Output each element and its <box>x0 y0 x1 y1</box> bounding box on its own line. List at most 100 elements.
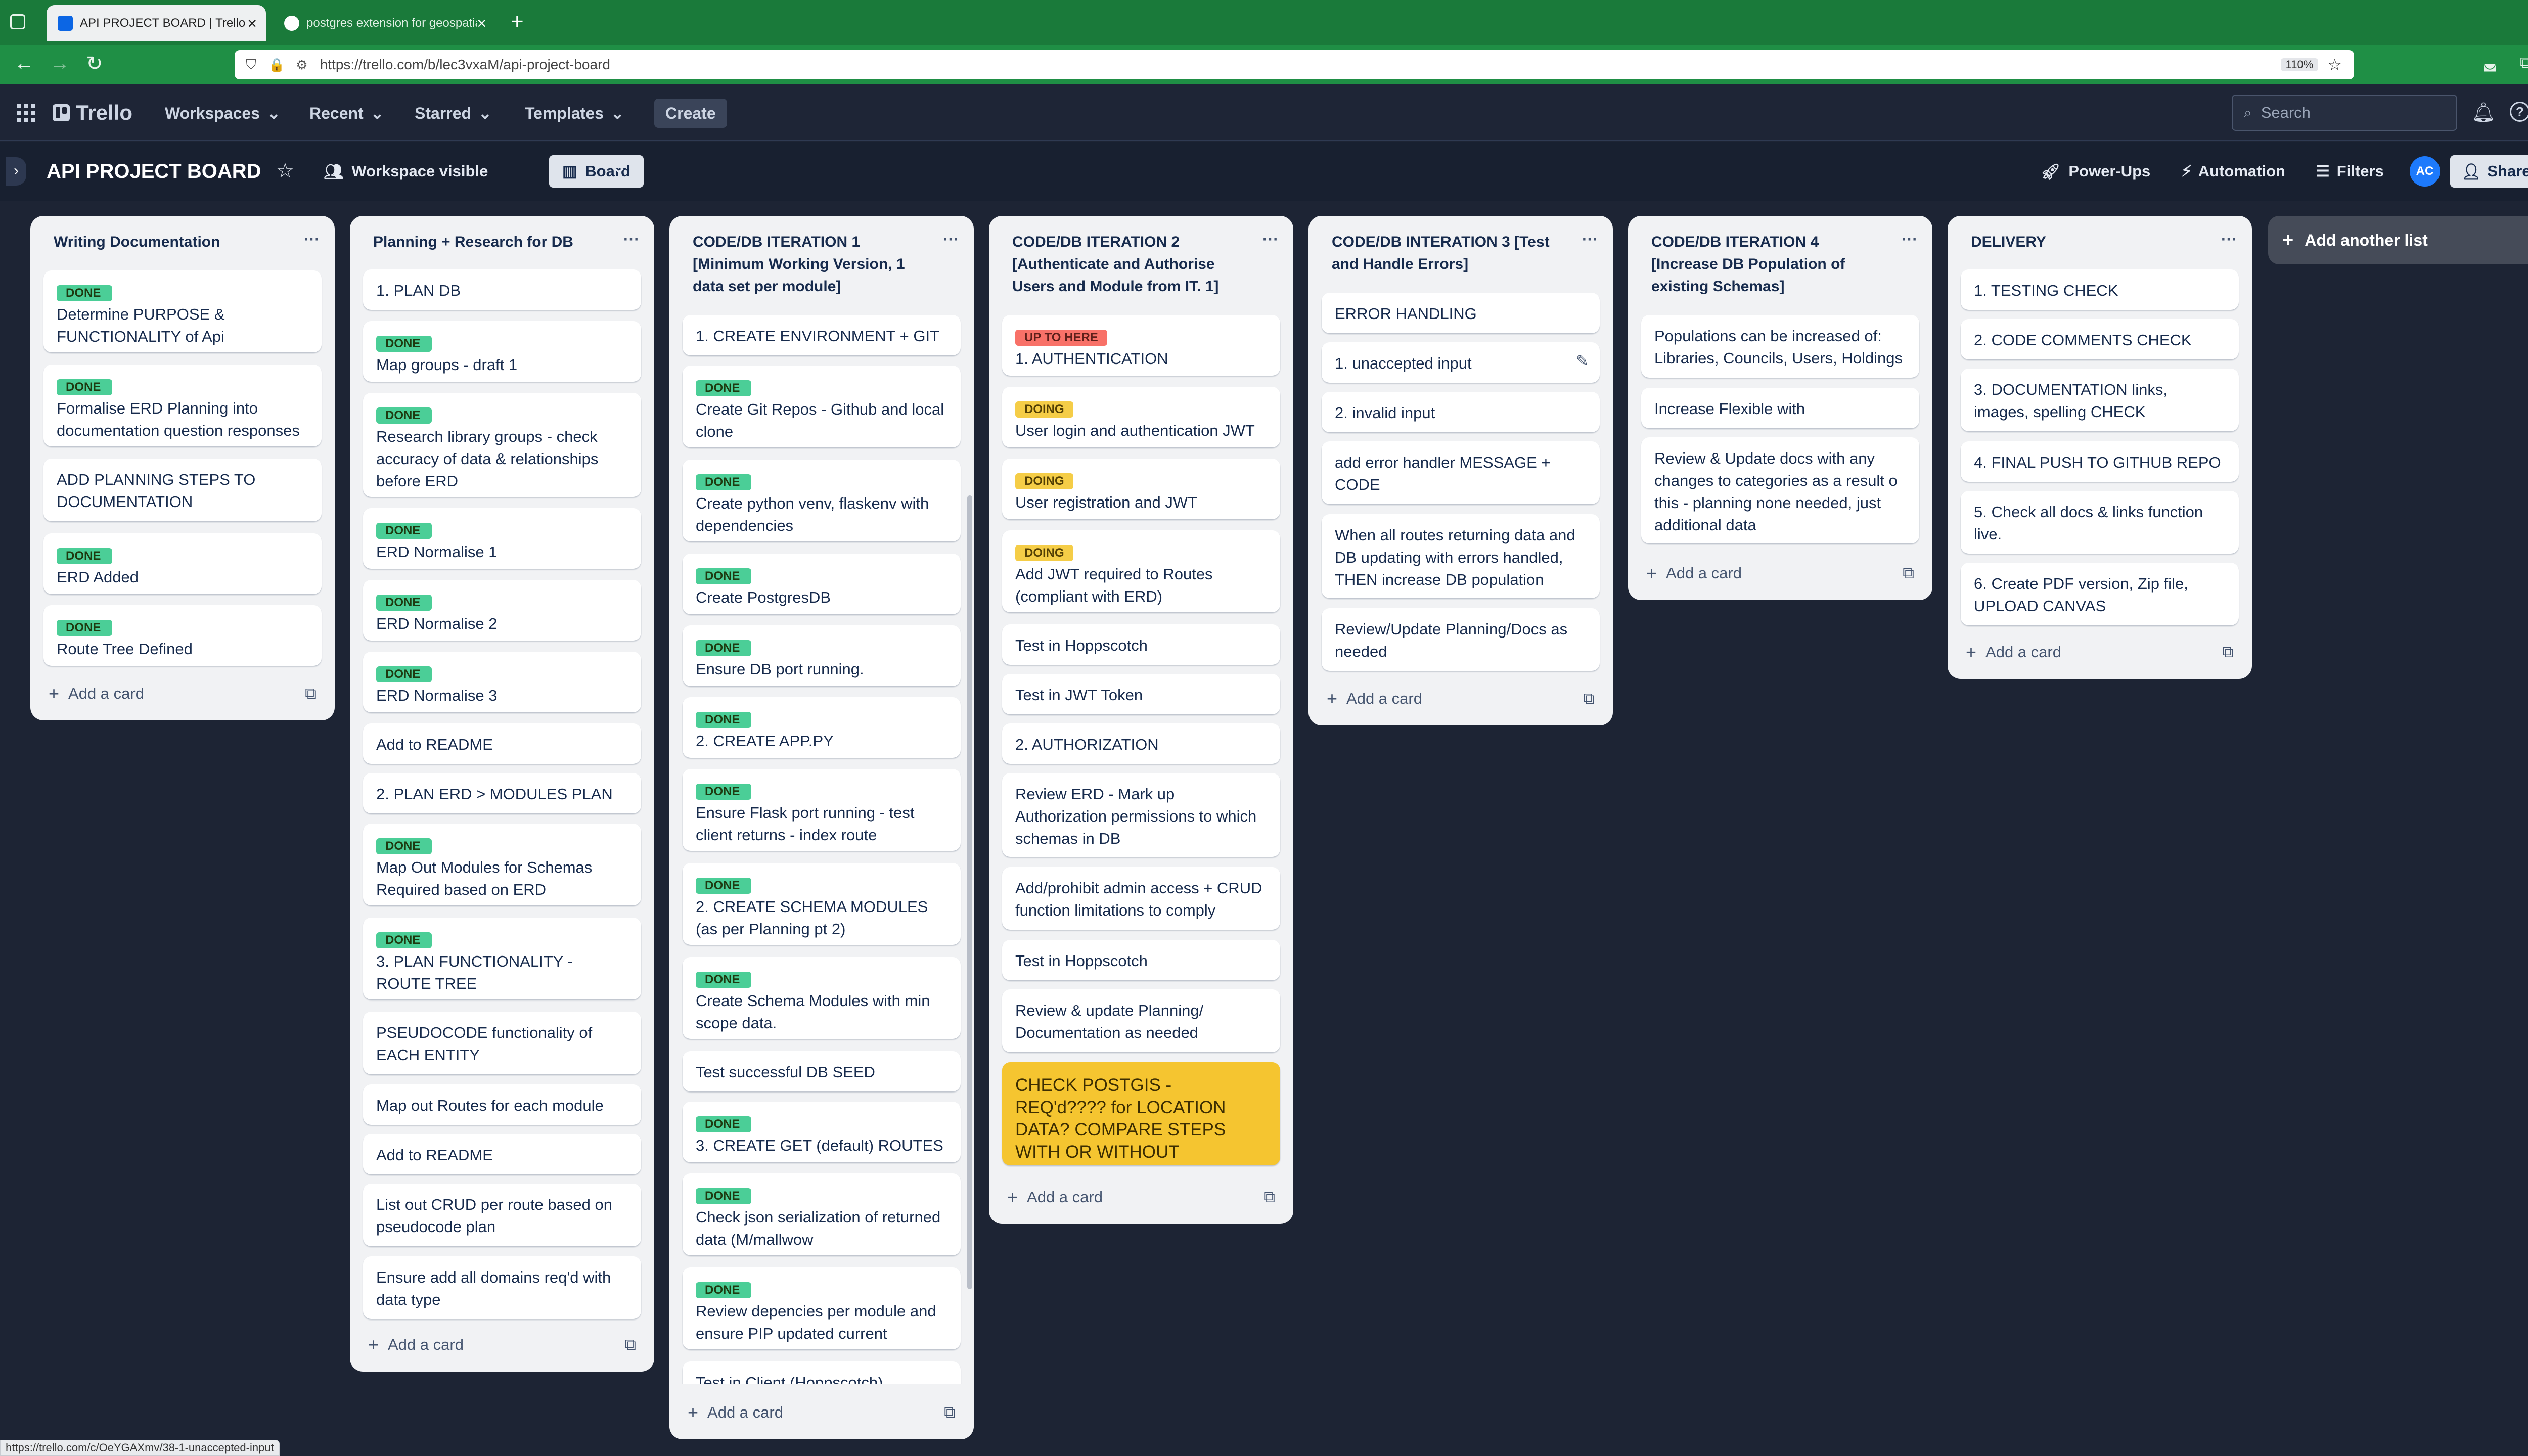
list-card[interactable]: CHECK POSTGIS - REQ'd???? for LOCATION D… <box>1002 1062 1280 1165</box>
list-card[interactable]: DONE Ensure DB port running. <box>683 625 961 686</box>
list-planning-research[interactable]: Planning + Research for DB ⋯ 1. PLAN DB … <box>350 216 654 1372</box>
list-iteration-1[interactable]: CODE/DB ITERATION 1 [Minimum Working Ver… <box>669 216 974 1439</box>
list-card[interactable]: DONE 2. CREATE SCHEMA MODULES (as per Pla… <box>683 863 961 945</box>
card-template-icon[interactable]: ⧉ <box>1903 564 1914 583</box>
list-card[interactable]: DONE Create python venv, flaskenv with de… <box>683 460 961 541</box>
card-label[interactable]: DOING <box>1015 473 1073 489</box>
list-card[interactable]: Add to README <box>363 1134 641 1174</box>
tab-postgres[interactable]: postgres extension for geospatial × <box>273 5 495 41</box>
list-card[interactable]: Review ERD - Mark up Authorization permi… <box>1002 773 1280 857</box>
card-template-icon[interactable]: ⧉ <box>1263 1188 1275 1207</box>
card-label[interactable]: DONE <box>696 380 751 396</box>
lock-icon[interactable]: 🔒 <box>268 57 285 73</box>
trello-logo[interactable]: Trello <box>53 101 132 125</box>
forward-icon[interactable]: → <box>50 52 70 75</box>
list-card[interactable]: Add/prohibit admin access + CRUD functio… <box>1002 867 1280 930</box>
list-menu-icon[interactable]: ⋯ <box>623 229 639 248</box>
list-card[interactable]: DONE Check json serialization of returned… <box>683 1173 961 1255</box>
list-card[interactable]: DONE Route Tree Defined <box>43 605 322 666</box>
list-card[interactable]: DOING User registration and JWT <box>1002 459 1280 519</box>
card-label[interactable]: DONE <box>696 878 751 894</box>
card-label[interactable]: DONE <box>696 1188 751 1204</box>
list-card[interactable]: 4. FINAL PUSH TO GITHUB REPO <box>1961 441 2239 482</box>
card-template-icon[interactable]: ⧉ <box>624 1335 636 1354</box>
card-label[interactable]: DONE <box>376 932 432 948</box>
add-card-button[interactable]: + Add a card <box>1966 642 2061 663</box>
card-label[interactable]: DONE <box>696 1282 751 1298</box>
list-card[interactable]: DONE Map groups - draft 1 <box>363 321 641 382</box>
list-card[interactable]: ADD PLANNING STEPS TO DOCUMENTATION <box>43 459 322 521</box>
edit-pencil-icon[interactable]: ✎ <box>1576 350 1589 373</box>
zoom-level[interactable]: 110% <box>2280 58 2319 71</box>
create-button[interactable]: Create <box>654 99 727 128</box>
list-iteration-4[interactable]: CODE/DB ITERATION 4 [Increase DB Populat… <box>1628 216 1932 600</box>
list-card[interactable]: Populations can be increased of: Librari… <box>1641 315 1919 378</box>
list-card[interactable]: DONE ERD Added <box>43 533 322 594</box>
nav-templates[interactable]: Templates ⌄ <box>525 100 624 127</box>
nav-workspaces[interactable]: Workspaces ⌄ <box>165 100 281 127</box>
list-card[interactable]: 2. invalid input <box>1322 392 1600 432</box>
add-card-button[interactable]: + Add a card <box>1646 563 1742 584</box>
nav-recent[interactable]: Recent ⌄ <box>309 100 384 127</box>
list-card[interactable]: DONE Ensure Flask port running - test cli… <box>683 769 961 851</box>
visibility-button[interactable]: 👥︎ Workspace visible <box>319 155 493 188</box>
list-card[interactable]: Add to README <box>363 723 641 764</box>
permissions-icon[interactable]: ⚙ <box>296 57 307 73</box>
list-card[interactable]: DONE 3. CREATE GET (default) ROUTES <box>683 1102 961 1162</box>
filters-button[interactable]: ☰ Filters <box>2316 155 2384 188</box>
list-card[interactable]: 2. PLAN ERD > MODULES PLAN <box>363 773 641 813</box>
card-label[interactable]: DONE <box>696 784 751 800</box>
list-scrollbar[interactable] <box>967 495 972 1289</box>
list-card[interactable]: 1. CREATE ENVIRONMENT + GIT <box>683 315 961 355</box>
list-card[interactable]: 2. CODE COMMENTS CHECK <box>1961 319 2239 359</box>
card-label[interactable]: DOING <box>1015 401 1073 418</box>
card-label[interactable]: DONE <box>376 838 432 854</box>
list-title[interactable]: CODE/DB ITERATION 2 [Authenticate and Au… <box>1012 231 1250 298</box>
list-iteration-3[interactable]: CODE/DB INTERATION 3 [Test and Handle Er… <box>1308 216 1613 725</box>
list-card[interactable]: 1. TESTING CHECK <box>1961 269 2239 310</box>
list-menu-icon[interactable]: ⋯ <box>1901 229 1917 248</box>
list-card[interactable]: DONE Research library groups - check accu… <box>363 393 641 497</box>
list-card[interactable]: Test in Hoppscotch <box>1002 624 1280 665</box>
star-board-icon[interactable]: ☆ <box>276 159 294 183</box>
card-label[interactable]: DONE <box>696 1116 751 1132</box>
card-template-icon[interactable]: ⧉ <box>305 684 317 703</box>
list-card[interactable]: DONE Review depencies per module and ensu… <box>683 1267 961 1349</box>
list-card[interactable]: Ensure add all domains req'd with data t… <box>363 1256 641 1319</box>
list-card[interactable]: UP TO HERE 1. AUTHENTICATION <box>1002 315 1280 376</box>
list-card[interactable]: DONE Create Schema Modules with min scope… <box>683 957 961 1039</box>
list-card[interactable]: ERROR HANDLING <box>1322 293 1600 333</box>
search-input[interactable]: ⌕ Search <box>2232 95 2457 131</box>
add-list-button[interactable]: + Add another list <box>2268 216 2528 264</box>
card-template-icon[interactable]: ⧉ <box>2222 643 2234 662</box>
list-card[interactable]: Test in JWT Token <box>1002 674 1280 714</box>
add-card-button[interactable]: + Add a card <box>1327 688 1422 709</box>
reload-icon[interactable]: ↻ <box>86 52 103 75</box>
add-card-button[interactable]: + Add a card <box>49 683 144 704</box>
list-menu-icon[interactable]: ⋯ <box>942 229 959 248</box>
list-card[interactable]: DONE 2. CREATE APP.PY <box>683 697 961 758</box>
list-card[interactable]: 1. unaccepted input ✎ <box>1322 342 1600 383</box>
extensions-icon[interactable]: ⧉ <box>2520 53 2528 72</box>
list-card[interactable]: add error handler MESSAGE + CODE <box>1322 441 1600 504</box>
add-card-button[interactable]: + Add a card <box>688 1402 783 1423</box>
list-delivery[interactable]: DELIVERY ⋯ 1. TESTING CHECK 2. CODE COMM… <box>1948 216 2252 679</box>
address-bar[interactable]: ⛉ 🔒 ⚙ https://trello.com/b/lec3vxaM/api-… <box>235 50 2354 79</box>
list-card[interactable]: DONE 3. PLAN FUNCTIONALITY - ROUTE TREE <box>363 918 641 999</box>
board-title[interactable]: API PROJECT BOARD <box>47 156 261 187</box>
list-card[interactable]: 1. PLAN DB <box>363 269 641 310</box>
list-card[interactable]: Increase Flexible with <box>1641 388 1919 428</box>
card-label[interactable]: DONE <box>696 640 751 656</box>
card-label[interactable]: DONE <box>376 523 432 539</box>
card-label[interactable]: DONE <box>376 595 432 611</box>
list-card[interactable]: DONE ERD Normalise 2 <box>363 580 641 641</box>
card-label[interactable]: DONE <box>696 474 751 490</box>
notifications-bell-icon[interactable]: 🔔︎ <box>2471 102 2496 124</box>
list-card[interactable]: DONE Create PostgresDB <box>683 554 961 614</box>
card-label[interactable]: DONE <box>57 285 112 301</box>
help-icon[interactable]: ? <box>2510 102 2528 122</box>
app-switcher-icon[interactable] <box>17 104 35 122</box>
board-member-avatar[interactable]: AC <box>2410 156 2440 187</box>
list-card[interactable]: List out CRUD per route based on pseudoc… <box>363 1184 641 1246</box>
shield-icon[interactable]: ⛉ <box>246 57 256 73</box>
